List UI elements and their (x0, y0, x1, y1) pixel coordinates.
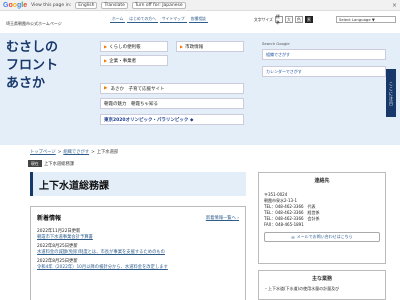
nav-sitemap[interactable]: サイトマップ (159, 16, 187, 23)
current-chip: 現在 (28, 160, 42, 167)
search-google-label: Search Google (262, 41, 290, 46)
nav-first-time[interactable]: はじめての方へ (127, 16, 158, 23)
menu-business[interactable]: ▶ 企業・事業者 (100, 55, 168, 66)
text-tools: 文字サイズ 標準 大 色 黒 (254, 14, 313, 25)
menu-city-info[interactable]: ▶ 市政情報 (176, 41, 244, 52)
black-button[interactable]: 黒 (304, 16, 313, 23)
translate-bar: Google View this page in: English Transl… (0, 0, 400, 11)
header-nav: ホーム はじめての方へ サイトマップ 各種相談 (110, 16, 208, 23)
hero-search: Search Google 組織でさがす カレンダーでさがす (262, 41, 386, 83)
business-box: 主な業務 ・上下水道(下水道)の使用水量の計量及び (258, 270, 386, 300)
news-section: 新着情報 新着情報一覧へ › 2022年11月22日更新 朝霞市下水道事業会計予… (30, 206, 246, 300)
search-by-calendar-field[interactable]: カレンダーでさがす (262, 66, 386, 77)
current-page-text: 上下水道総務課 (44, 161, 75, 167)
contact-box: 連絡先 〒351-0024 朝霞市泉水2-13-1 TEL：048-462-33… (258, 172, 386, 264)
news-item: 2022年8月25日更新 令和4年（2022年）10月以降の検針分から、水道料金… (37, 258, 239, 270)
menu-living-guide[interactable]: ▶ くらしの便利帳 (100, 41, 168, 52)
menu-right: ▶ 市政情報 (176, 41, 244, 55)
breadcrumb: トップページ > 組織でさがす > 上下水道部 (0, 146, 400, 158)
hero-section: むさしの フロント あさか ▶ くらしの便利帳 ▶ 企業・事業者 ▶ 市政情報 ▶ あ… (0, 33, 400, 145)
news-list-link[interactable]: 新着情報一覧へ › (206, 215, 239, 221)
text-size-label: 文字サイズ (254, 16, 273, 22)
menu-left: ▶ くらしの便利帳 ▶ 企業・事業者 (100, 41, 168, 69)
featured-side-tab[interactable]: こ こ に 注 目 (386, 69, 396, 117)
contact-fax: FAX：048-465-1891 (264, 222, 304, 227)
contact-title: 連絡先 (314, 178, 330, 184)
breadcrumb-top[interactable]: トップページ (30, 149, 56, 155)
select-language-dropdown[interactable]: Select Language ▼ (336, 16, 396, 23)
close-icon[interactable]: × (392, 2, 397, 9)
child-support-banner[interactable]: ▶ あさか 子育て応援サイト (100, 83, 244, 94)
site-header: 埼玉県朝霞市公式ホームページ ホーム はじめての方へ サイトマップ 各種相談 文… (0, 12, 400, 34)
turn-off-button[interactable]: Turn off for: Japanese (131, 1, 186, 9)
news-link[interactable]: 朝霞市下水道事業会計予算書 (37, 234, 239, 240)
chevron-right-icon: ▶ (104, 86, 108, 91)
news-item: 2022年11月22日更新 朝霞市下水道事業会計予算書 (37, 228, 239, 240)
asaka-charm-banner[interactable]: 朝霞の魅力 朝霞ちゃ知る (100, 98, 244, 109)
contact-sidebar: 連絡先 〒351-0024 朝霞市泉水2-13-1 TEL：048-462-33… (258, 172, 386, 300)
google-logo: Google (3, 1, 28, 9)
news-link[interactable]: 令和4年（2022年）10月以降の検針分から、水道料金を改定します (37, 264, 239, 270)
nav-home[interactable]: ホーム (110, 16, 126, 23)
size-large-button[interactable]: 大 (284, 16, 293, 23)
breadcrumb-separator: > (57, 149, 62, 155)
business-line: ・上下水道(下水道)の使用水量の計量及び (264, 286, 340, 291)
page-title: 上下水道総務課 (30, 172, 246, 196)
translate-button[interactable]: Translate (101, 1, 128, 9)
chevron-right-icon: ▶ (104, 44, 108, 49)
nav-consultation[interactable]: 各種相談 (188, 16, 208, 23)
chevron-right-icon: ▶ (104, 58, 108, 63)
chevron-right-icon: ▶ (180, 44, 184, 49)
mail-contact-button[interactable]: ✉ メールでお問い合わせはこちら (264, 232, 380, 242)
breadcrumb-separator: > (91, 149, 95, 155)
news-link[interactable]: 水道料金の減額(免除)制度とは、市長が事業を支援するためのもの (37, 249, 239, 255)
language-select[interactable]: English (75, 1, 98, 9)
olympic-banner[interactable]: 東京2020オリンピック・パラリンピック ◆ (100, 114, 244, 125)
news-item: 2022年8月25日更新 水道料金の減額(免除)制度とは、市長が事業を支援するた… (37, 243, 239, 255)
business-title: 主な業務 (311, 276, 332, 282)
color-button[interactable]: 色 (294, 16, 303, 23)
breadcrumb-org[interactable]: 組織でさがす (63, 149, 89, 155)
mail-icon: ✉ (291, 234, 295, 240)
view-page-label: View this page in: (31, 2, 72, 8)
breadcrumb-current: 上下水道部 (96, 150, 119, 155)
site-title: 埼玉県朝霞市公式ホームページ (6, 21, 62, 26)
city-logo[interactable]: むさしの フロント あさか (6, 39, 86, 139)
size-standard-button[interactable]: 標準 (274, 14, 283, 25)
search-by-org-field[interactable]: 組織でさがす (262, 49, 386, 60)
news-title: 新着情報 (37, 215, 62, 222)
